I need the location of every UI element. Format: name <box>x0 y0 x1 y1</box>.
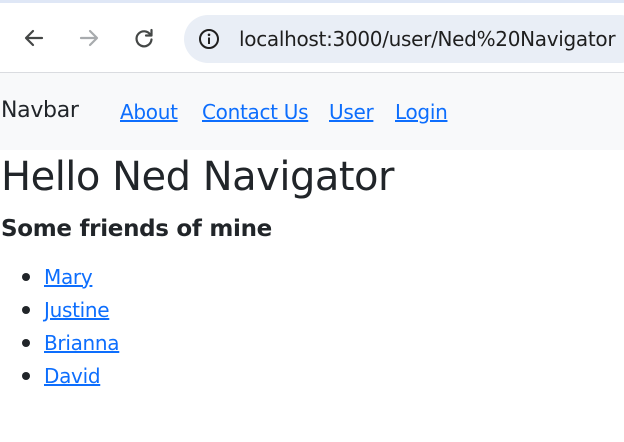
arrow-right-icon <box>78 27 100 49</box>
friend-link-justine[interactable]: Justine <box>44 298 110 322</box>
page-navbar: Navbar About Contact Us User Login <box>0 73 624 150</box>
reload-button[interactable] <box>131 25 157 51</box>
reload-icon <box>133 27 155 49</box>
friends-list: Mary Justine Brianna David <box>0 260 120 392</box>
bullet <box>22 339 30 347</box>
list-item: Mary <box>0 260 119 293</box>
bullet <box>22 306 30 314</box>
forward-button[interactable] <box>76 25 102 51</box>
nav-link-contact-us[interactable]: Contact Us <box>202 100 309 124</box>
nav-link-user[interactable]: User <box>329 100 374 124</box>
list-item: David <box>0 359 119 392</box>
arrow-left-icon <box>23 27 45 49</box>
back-button[interactable] <box>21 25 47 51</box>
page-title: Hello Ned Navigator <box>1 154 394 200</box>
friend-link-brianna[interactable]: Brianna <box>44 331 120 355</box>
bullet <box>22 273 30 281</box>
navbar-brand[interactable]: Navbar <box>1 98 79 123</box>
address-bar[interactable]: localhost:3000/user/Ned%20Navigator <box>184 15 624 63</box>
bullet <box>22 372 30 380</box>
browser-toolbar: localhost:3000/user/Ned%20Navigator <box>0 0 624 73</box>
friend-link-mary[interactable]: Mary <box>44 265 93 289</box>
friend-link-david[interactable]: David <box>44 364 101 388</box>
friends-heading: Some friends of mine <box>1 216 272 242</box>
nav-link-about[interactable]: About <box>120 100 178 124</box>
info-circle-icon[interactable] <box>198 28 220 50</box>
url-text[interactable]: localhost:3000/user/Ned%20Navigator <box>239 27 616 51</box>
list-item: Brianna <box>0 326 120 359</box>
list-item: Justine <box>0 293 119 326</box>
nav-link-login[interactable]: Login <box>395 100 448 124</box>
